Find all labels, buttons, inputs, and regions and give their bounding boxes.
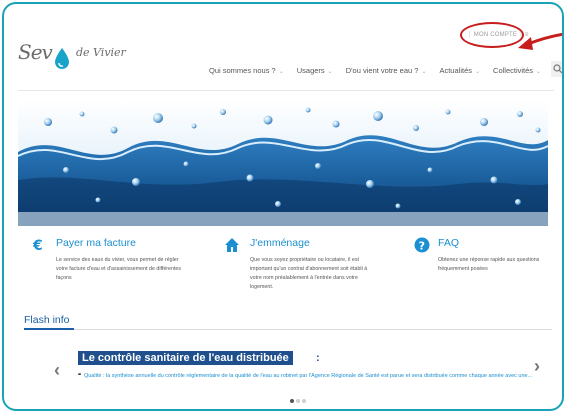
- logo-tail: de Vivier: [76, 46, 126, 59]
- feature-text: Que vous soyez propriétaire ou locataire…: [250, 257, 368, 290]
- chevron-down-icon: ⌄: [278, 68, 284, 75]
- carousel-dot[interactable]: [302, 399, 306, 403]
- site-logo[interactable]: Sev de Vivier: [18, 40, 128, 70]
- feature-title[interactable]: FAQ: [438, 237, 459, 249]
- svg-text:?: ?: [419, 240, 425, 253]
- carousel-dot[interactable]: [290, 399, 294, 403]
- home-icon: [225, 238, 239, 252]
- question-icon: ?: [414, 237, 430, 253]
- browser-frame: Sev de Vivier | MON COMPTE | ≡ Qui sommes n…: [2, 2, 564, 411]
- nav-divider: [18, 90, 554, 91]
- headline-colon: :: [316, 352, 320, 364]
- news-excerpt-text: Qualité : la synthèse annuelle du contrô…: [83, 373, 533, 379]
- nav-item-users[interactable]: Usagers ⌄: [297, 66, 333, 75]
- flash-info-underline: [24, 328, 74, 330]
- euro-icon: €: [32, 238, 43, 253]
- chevron-down-icon: ⌄: [536, 68, 542, 75]
- feature-text: Le service des eaux du vivier, vous perm…: [56, 257, 182, 281]
- logo-script: Sev: [18, 40, 53, 64]
- annotation-arrow-icon: [518, 32, 562, 50]
- svg-text:€: €: [32, 238, 43, 253]
- nav-item-about[interactable]: Qui sommes nous ? ⌄: [209, 66, 284, 75]
- flash-info-title: Flash info: [24, 314, 70, 326]
- water-drop-icon: [55, 48, 69, 69]
- nav-item-water-origin[interactable]: D'ou vient votre eau ? ⌄: [346, 66, 427, 75]
- carousel-prev-icon[interactable]: ‹: [54, 360, 60, 381]
- feature-title[interactable]: J'emménage: [250, 237, 310, 249]
- flash-info-divider: [74, 329, 552, 330]
- chevron-down-icon: ⌄: [421, 68, 427, 75]
- carousel-dots: [290, 399, 306, 403]
- news-headline[interactable]: Le contrôle sanitaire de l'eau distribué…: [78, 351, 293, 365]
- search-icon[interactable]: [551, 61, 564, 77]
- nav-item-news[interactable]: Actualités ⌄: [439, 66, 480, 75]
- main-nav: Qui sommes nous ? ⌄ Usagers ⌄ D'ou vient v…: [209, 62, 554, 78]
- nav-item-communities[interactable]: Collectivités ⌄: [493, 66, 541, 75]
- news-excerpt[interactable]: ❝ Qualité : la synthèse annuelle du contr…: [78, 372, 562, 381]
- feature-text: Obtenez une réponse rapide aux questions…: [438, 257, 540, 272]
- hero-water-image: [18, 100, 548, 226]
- feature-title[interactable]: Payer ma facture: [56, 237, 136, 249]
- carousel-dot[interactable]: [296, 399, 300, 403]
- chevron-down-icon: ⌄: [475, 68, 481, 75]
- quote-icon: ❝: [78, 373, 81, 379]
- chevron-down-icon: ⌄: [327, 68, 333, 75]
